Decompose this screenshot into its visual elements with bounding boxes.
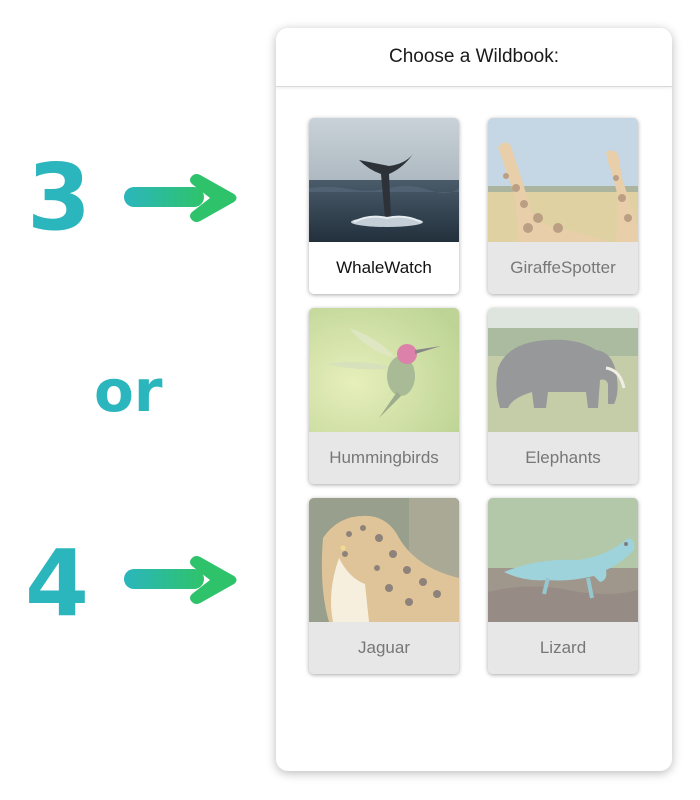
panel-header: Choose a Wildbook: — [276, 28, 672, 87]
card-label: WhaleWatch — [309, 242, 459, 294]
wildbook-card-whalewatch[interactable]: WhaleWatch — [309, 118, 459, 294]
card-label: Hummingbirds — [309, 432, 459, 484]
wildbook-card-giraffespotter[interactable]: GiraffeSpotter — [488, 118, 638, 294]
wildbook-card-hummingbirds[interactable]: Hummingbirds — [309, 308, 459, 484]
arrow-right-icon — [124, 174, 237, 222]
card-label: Elephants — [488, 432, 638, 484]
step-number-3: 3 — [27, 144, 92, 251]
or-separator: or — [94, 357, 163, 425]
elephant-photo — [488, 308, 638, 432]
jaguar-photo — [309, 498, 459, 622]
giraffe-photo — [488, 118, 638, 242]
card-label: Lizard — [488, 622, 638, 674]
card-label: GiraffeSpotter — [488, 242, 638, 294]
wildbook-chooser-panel: Choose a Wildbook: WhaleWatch GiraffeSpo… — [276, 28, 672, 771]
panel-title: Choose a Wildbook: — [388, 46, 560, 67]
arrow-right-icon — [124, 556, 237, 604]
card-label: Jaguar — [309, 622, 459, 674]
whale-tail-photo — [309, 118, 459, 242]
wildbook-card-elephants[interactable]: Elephants — [488, 308, 638, 484]
hummingbird-photo — [309, 308, 459, 432]
wildbook-card-jaguar[interactable]: Jaguar — [309, 498, 459, 674]
wildbook-grid: WhaleWatch GiraffeSpotter Hummingbirds E… — [309, 118, 638, 674]
lizard-photo — [488, 498, 638, 622]
wildbook-card-lizard[interactable]: Lizard — [488, 498, 638, 674]
step-number-4: 4 — [25, 530, 90, 637]
